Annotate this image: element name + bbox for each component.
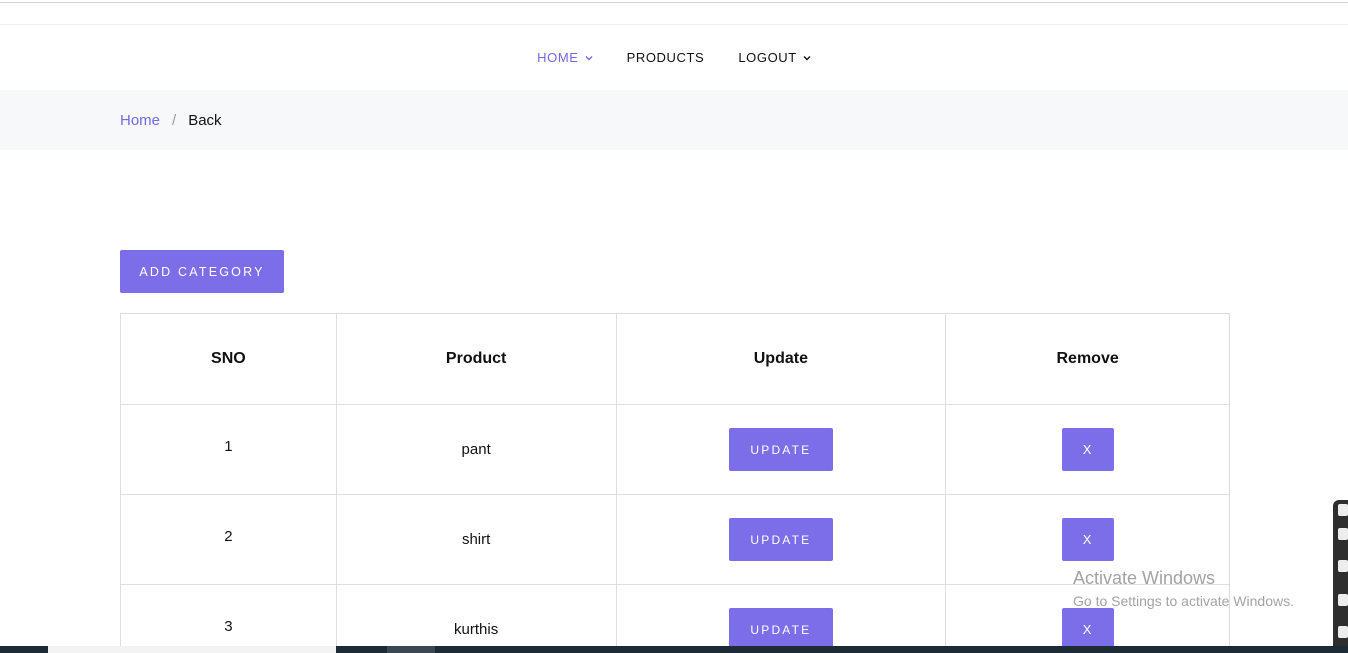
taskbar-active-app[interactable] xyxy=(387,646,435,653)
remove-button[interactable]: X xyxy=(1061,608,1114,651)
nav-item-products[interactable]: PRODUCTS xyxy=(627,50,705,65)
chevron-down-icon xyxy=(585,55,593,60)
remove-button[interactable]: X xyxy=(1061,518,1114,561)
update-button[interactable]: UPDATE xyxy=(728,608,833,651)
products-table: SNO Product Update Remove 1 pant UPDATE … xyxy=(120,313,1230,653)
breadcrumb-home-link[interactable]: Home xyxy=(120,112,160,129)
table-row: 1 pant UPDATE X xyxy=(120,404,1230,495)
nav-item-logout-label: LOGOUT xyxy=(738,50,797,65)
column-header-sno: SNO xyxy=(120,313,337,405)
update-button[interactable]: UPDATE xyxy=(728,518,833,561)
window-icon[interactable] xyxy=(1338,560,1348,572)
row-remove-cell: X xyxy=(945,584,1230,653)
row-update-cell: UPDATE xyxy=(615,494,947,585)
settings-icon[interactable] xyxy=(1338,626,1348,638)
row-update-cell: UPDATE xyxy=(615,404,947,495)
nav-item-home-label: HOME xyxy=(537,50,579,65)
nav-item-home[interactable]: HOME xyxy=(537,50,593,65)
camera-icon[interactable] xyxy=(1338,528,1348,540)
top-border xyxy=(0,2,1348,3)
row-product-name: pant xyxy=(335,404,617,495)
main-navbar: HOME PRODUCTS LOGOUT xyxy=(0,25,1348,90)
row-product-name: shirt xyxy=(335,494,617,585)
table-header-row: SNO Product Update Remove xyxy=(120,313,1230,405)
nav-item-products-label: PRODUCTS xyxy=(626,50,705,65)
column-header-remove: Remove xyxy=(945,313,1230,405)
column-header-product: Product xyxy=(335,313,617,405)
breadcrumb-separator: / xyxy=(172,111,177,129)
taskbar-search-box[interactable] xyxy=(48,646,336,653)
pin-icon[interactable] xyxy=(1338,504,1348,516)
column-header-update: Update xyxy=(615,313,947,405)
side-toolbar[interactable] xyxy=(1333,500,1348,646)
row-remove-cell: X xyxy=(945,404,1230,495)
breadcrumb-current: Back xyxy=(188,111,222,129)
breadcrumb-bar: Home / Back xyxy=(0,90,1348,150)
row-product-name: kurthis xyxy=(335,584,617,653)
row-sno: 2 xyxy=(120,494,337,585)
row-update-cell: UPDATE xyxy=(615,584,947,653)
copy-icon[interactable] xyxy=(1338,594,1348,606)
row-sno: 3 xyxy=(120,584,337,653)
add-category-button[interactable]: ADD CATEGORY xyxy=(120,250,284,293)
table-row: 3 kurthis UPDATE X xyxy=(120,584,1230,653)
remove-button[interactable]: X xyxy=(1061,428,1114,471)
update-button[interactable]: UPDATE xyxy=(728,428,833,471)
row-remove-cell: X xyxy=(945,494,1230,585)
row-sno: 1 xyxy=(120,404,337,495)
nav-item-logout[interactable]: LOGOUT xyxy=(738,50,811,65)
chevron-down-icon xyxy=(803,55,811,60)
table-row: 2 shirt UPDATE X xyxy=(120,494,1230,585)
breadcrumb: Home / Back xyxy=(120,90,222,150)
